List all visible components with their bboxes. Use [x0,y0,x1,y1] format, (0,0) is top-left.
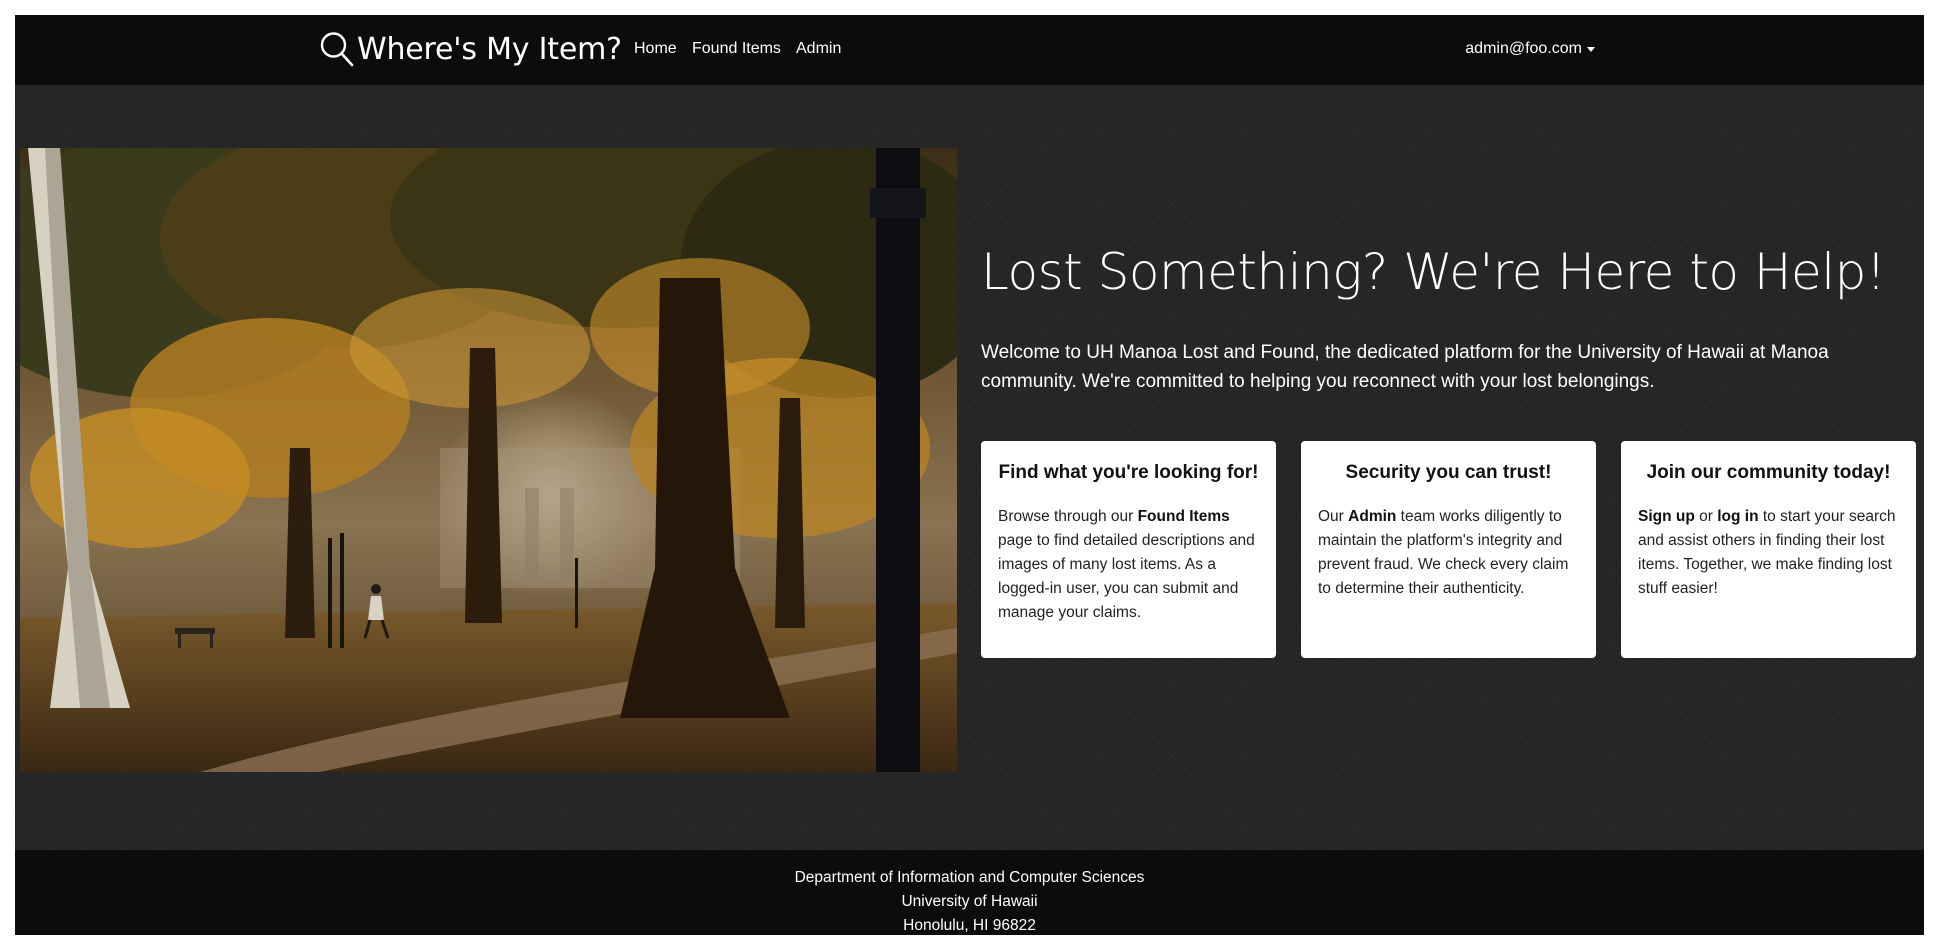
nav-admin[interactable]: Admin [796,40,841,58]
card-body: Browse through our Found Items page to f… [998,505,1259,625]
footer-university: University of Hawaii [901,893,1038,910]
hero-lead: Welcome to UH Manoa Lost and Found, the … [981,342,1829,392]
footer-department: Department of Information and Computer S… [794,869,1145,886]
card-title: Find what you're looking for! [998,462,1259,483]
card-body: Our Admin team works diligently to maint… [1318,505,1579,601]
user-email: admin@foo.com [1465,40,1582,57]
navbar: Where's My Item? Home Found Items Admin … [15,15,1924,85]
footer: Department of Information and Computer S… [15,850,1924,935]
footer-address: Honolulu, HI 96822 [903,917,1036,934]
card-text: or [1694,508,1718,525]
card-title: Security you can trust! [1345,462,1552,483]
card-join-community: Join our community today! Sign up or log… [1621,441,1916,658]
caret-down-icon [1587,47,1595,52]
search-icon [319,30,355,68]
card-text: Our [1318,508,1349,525]
nav-found-items[interactable]: Found Items [692,40,781,58]
brand-title: Where's My Item? [357,31,622,67]
card-body: Sign up or log in to start your search a… [1638,505,1899,601]
card-text-emphasis: Admin [1348,508,1397,525]
login-link[interactable]: log in [1717,508,1758,525]
hero-title: Lost Something? We're Here to Help! [981,243,1886,301]
main-content: Lost Something? We're Here to Help! Welc… [15,85,1924,850]
nav-home[interactable]: Home [634,40,677,58]
signup-link[interactable]: Sign up [1638,508,1695,525]
brand-link[interactable]: Where's My Item? [319,27,622,71]
card-security: Security you can trust! Our Admin team w… [1301,441,1596,658]
card-text-emphasis: Found Items [1137,508,1230,525]
app-frame: Where's My Item? Home Found Items Admin … [15,15,1924,935]
hero-image [20,148,957,772]
user-dropdown[interactable]: admin@foo.com [1465,40,1595,58]
card-text: page to find detailed descriptions and i… [998,532,1255,621]
card-text: Browse through our [998,508,1138,525]
card-find-items: Find what you're looking for! Browse thr… [981,441,1276,658]
card-title: Join our community today! [1646,462,1891,483]
